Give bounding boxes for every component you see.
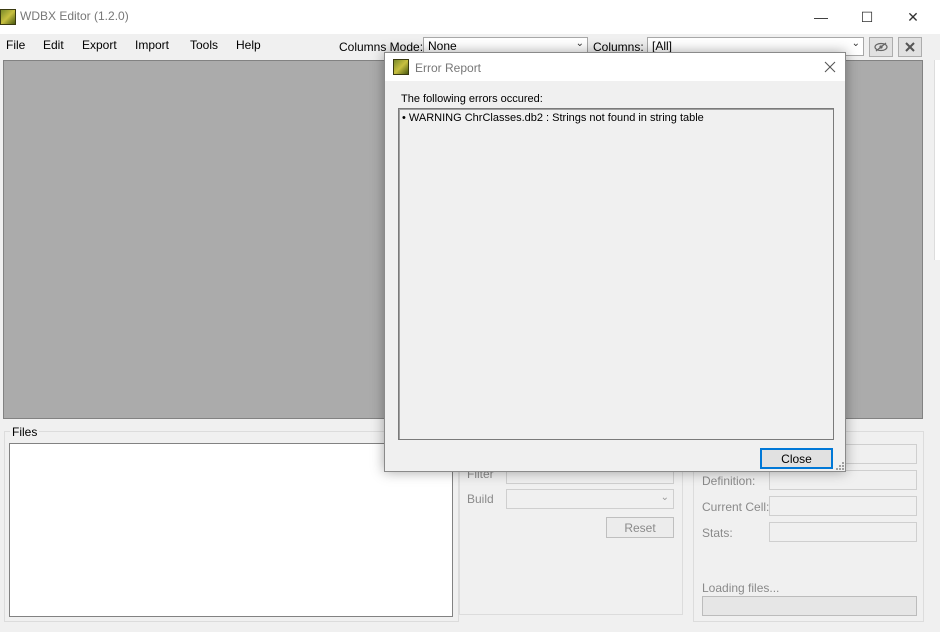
definition-label: Definition: xyxy=(702,474,756,488)
eye-slash-icon xyxy=(874,42,888,52)
definition-field xyxy=(769,470,917,490)
app-icon xyxy=(0,9,16,25)
files-group-label: Files xyxy=(10,425,40,439)
hide-columns-button[interactable] xyxy=(869,37,893,57)
resize-grip-icon[interactable] xyxy=(835,461,845,471)
menu-help[interactable]: Help xyxy=(236,38,261,52)
error-report-dialog: Error Report The following errors occure… xyxy=(384,52,846,472)
dialog-app-icon xyxy=(393,59,409,75)
error-list-item: • WARNING ChrClasses.db2 : Strings not f… xyxy=(402,112,704,124)
minimize-button[interactable]: — xyxy=(798,0,844,34)
current-cell-field xyxy=(769,496,917,516)
chevron-down-icon: ⌄ xyxy=(851,38,860,49)
maximize-button[interactable]: ☐ xyxy=(844,0,890,34)
loading-label: Loading files... xyxy=(702,581,780,595)
dialog-close-x-button[interactable] xyxy=(817,55,843,79)
build-label: Build xyxy=(467,492,494,506)
close-icon xyxy=(824,61,836,73)
menu-export[interactable]: Export xyxy=(82,38,117,52)
chevron-down-icon: ⌄ xyxy=(660,492,669,503)
dialog-close-button[interactable]: Close xyxy=(760,448,833,469)
menu-tools[interactable]: Tools xyxy=(190,38,218,52)
menu-import[interactable]: Import xyxy=(135,38,169,52)
close-icon: ✕ xyxy=(907,8,919,25)
stats-field xyxy=(769,522,917,542)
background-window-edge xyxy=(934,60,940,260)
close-button[interactable]: ✕ xyxy=(890,0,936,34)
close-icon xyxy=(905,42,915,52)
build-select[interactable]: ⌄ xyxy=(506,489,674,509)
reset-button[interactable]: Reset xyxy=(606,517,674,538)
window-title: WDBX Editor (1.2.0) xyxy=(20,9,129,23)
menu-file[interactable]: File xyxy=(6,38,25,52)
dialog-title: Error Report xyxy=(415,61,482,75)
error-list-box[interactable]: • WARNING ChrClasses.db2 : Strings not f… xyxy=(398,108,834,440)
loading-progress-bar xyxy=(702,596,917,616)
maximize-icon: ☐ xyxy=(860,8,874,25)
columns-mode-value: None xyxy=(428,39,457,53)
chevron-down-icon: ⌄ xyxy=(575,38,584,49)
dialog-title-bar: Error Report xyxy=(385,53,845,81)
menu-edit[interactable]: Edit xyxy=(43,38,64,52)
clear-columns-button[interactable] xyxy=(898,37,922,57)
stats-label: Stats: xyxy=(702,526,733,540)
current-cell-label: Current Cell: xyxy=(702,500,770,514)
minimize-icon: — xyxy=(814,9,828,25)
dialog-message: The following errors occured: xyxy=(401,93,543,105)
title-bar: WDBX Editor (1.2.0) — ☐ ✕ xyxy=(0,0,940,34)
columns-value: [All] xyxy=(652,39,673,53)
